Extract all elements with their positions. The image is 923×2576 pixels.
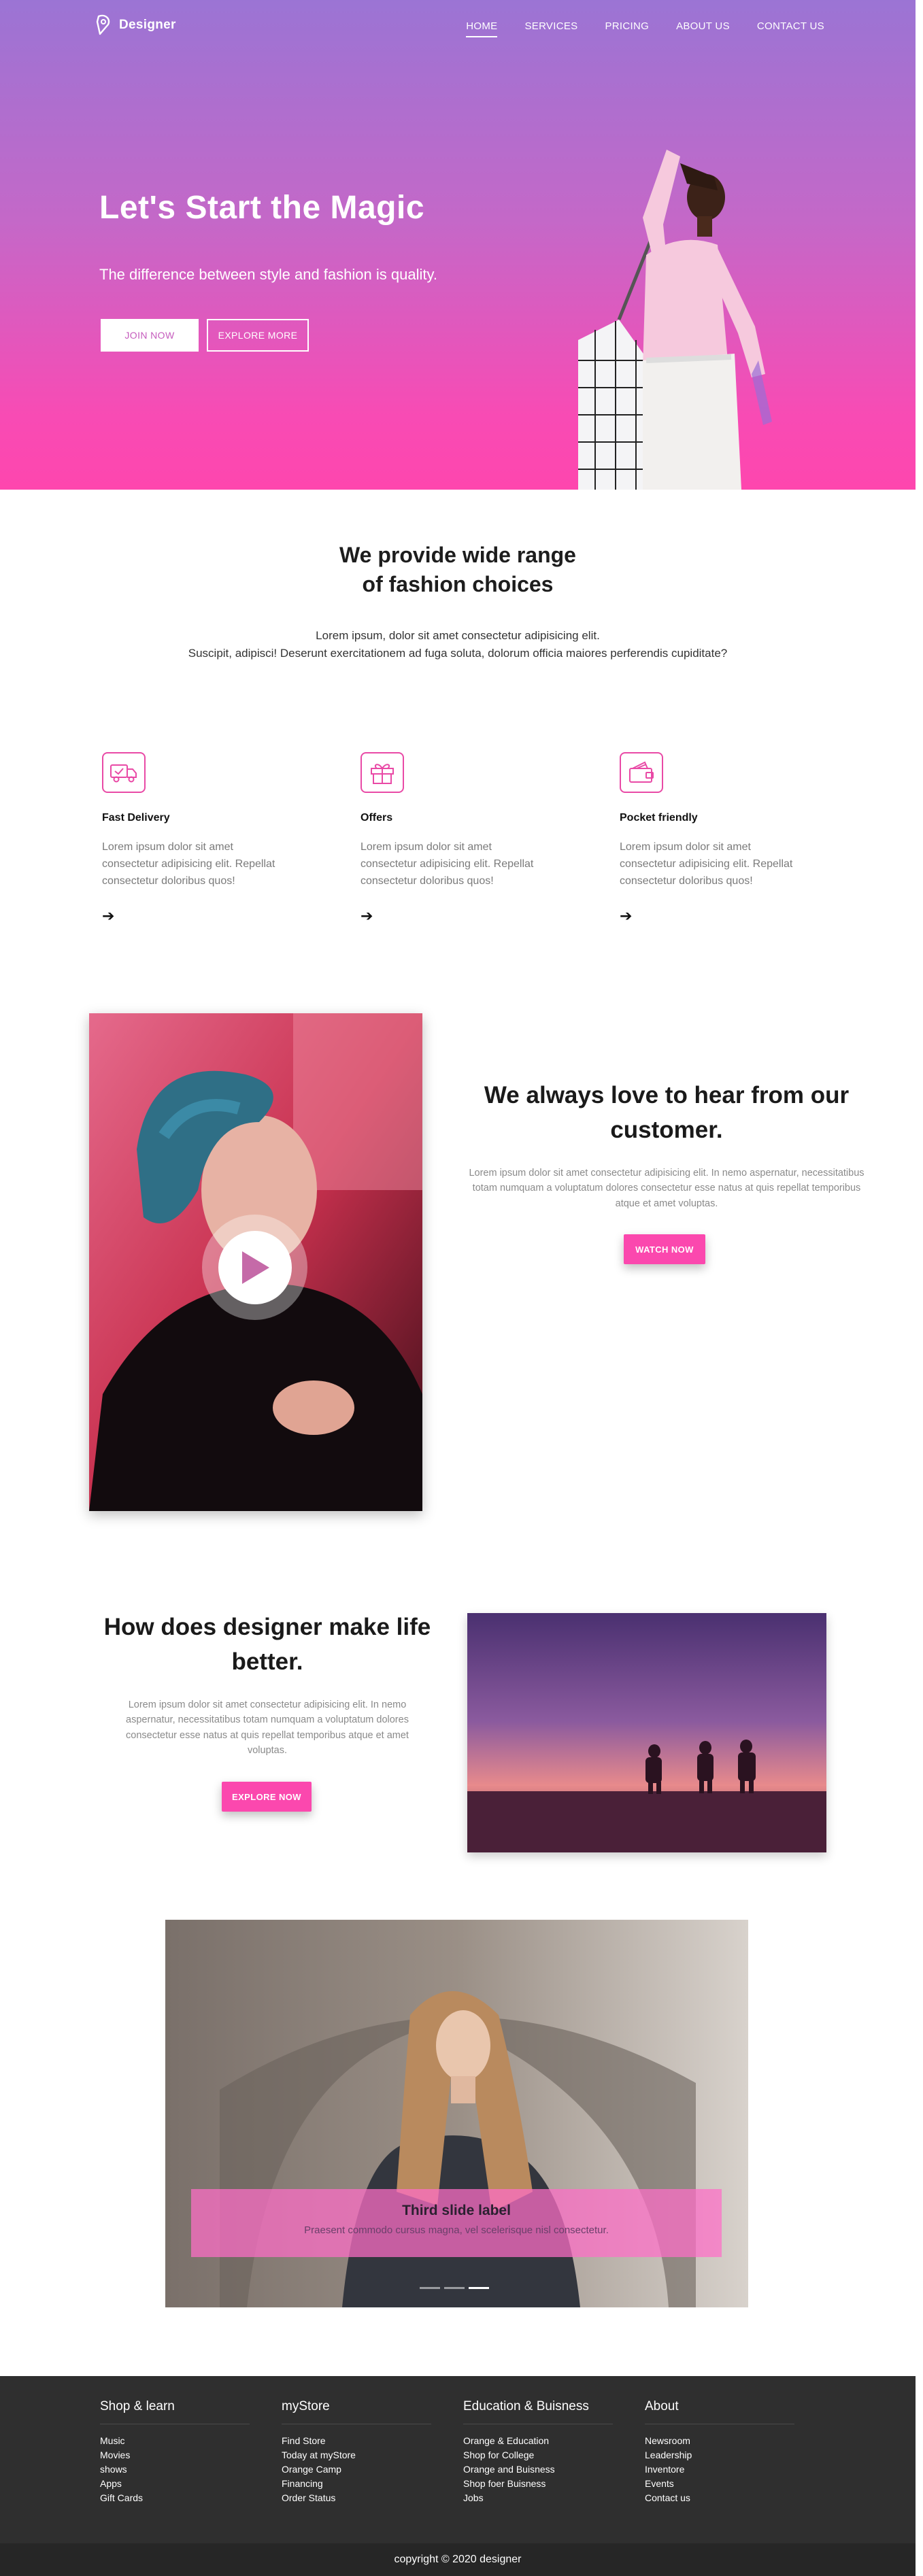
- footer-link[interactable]: Today at myStore: [282, 2448, 445, 2462]
- join-now-button[interactable]: JOIN NOW: [101, 319, 199, 352]
- range-title-line2: of fashion choices: [362, 572, 554, 597]
- range-lead-line2: Suscipit, adipisci! Deserunt exercitatio…: [188, 647, 728, 660]
- footer-link[interactable]: Order Status: [282, 2491, 445, 2505]
- footer-link[interactable]: Newsroom: [645, 2434, 808, 2448]
- explore-more-button[interactable]: EXPLORE MORE: [207, 319, 309, 352]
- arrow-right-icon[interactable]: ➔: [102, 907, 279, 925]
- logo-icon: [96, 14, 110, 35]
- footer-link[interactable]: Shop foer Buisness: [463, 2477, 626, 2491]
- footer-link[interactable]: Orange Camp: [282, 2462, 445, 2477]
- hero-model-image: [578, 150, 772, 490]
- footer-column-title: myStore: [282, 2399, 431, 2424]
- footer-column-shop: Shop & learn Music Movies shows Apps Gif…: [100, 2399, 263, 2505]
- range-lead: Lorem ipsum, dolor sit amet consectetur …: [0, 627, 916, 663]
- footer-link[interactable]: Music: [100, 2434, 263, 2448]
- footer-link[interactable]: Financing: [282, 2477, 445, 2491]
- feature-text: Lorem ipsum dolor sit amet consectetur a…: [360, 841, 534, 887]
- footer-link[interactable]: Events: [645, 2477, 808, 2491]
- footer-link[interactable]: Movies: [100, 2448, 263, 2462]
- caption-text: Praesent commodo cursus magna, vel scele…: [304, 2224, 609, 2236]
- brand-logo[interactable]: Designer: [93, 14, 176, 37]
- gift-icon: [360, 752, 404, 793]
- nav-services[interactable]: SERVICES: [524, 20, 577, 37]
- site-footer: Shop & learn Music Movies shows Apps Gif…: [0, 2376, 916, 2543]
- brand-name: Designer: [119, 18, 176, 32]
- play-icon: [241, 1251, 269, 1284]
- footer-link[interactable]: Shop for College: [463, 2448, 626, 2462]
- nav-home[interactable]: HOME: [466, 20, 498, 37]
- carousel-indicator-active[interactable]: [469, 2287, 489, 2289]
- nav-pricing[interactable]: PRICING: [605, 20, 649, 37]
- carousel-indicators: [420, 2287, 489, 2289]
- range-title-line1: We provide wide range: [339, 543, 576, 567]
- designer-text: Lorem ipsum dolor sit amet consectetur a…: [126, 1699, 409, 1757]
- feature-title: Pocket friendly: [620, 812, 698, 824]
- copyright-bar: copyright © 2020 designer: [0, 2543, 916, 2576]
- footer-link[interactable]: shows: [100, 2462, 263, 2477]
- caption-title: Third slide label: [402, 2203, 511, 2218]
- footer-link[interactable]: Inventore: [645, 2462, 808, 2477]
- range-lead-line1: Lorem ipsum, dolor sit amet consectetur …: [316, 629, 600, 642]
- feature-card-pocket: Pocket friendly Lorem ipsum dolor sit am…: [620, 752, 796, 925]
- carousel-indicator[interactable]: [444, 2287, 465, 2289]
- footer-link[interactable]: Gift Cards: [100, 2491, 263, 2505]
- video-title: We always love to hear from our customer…: [484, 1082, 850, 1143]
- carousel-indicator[interactable]: [420, 2287, 440, 2289]
- feature-text: Lorem ipsum dolor sit amet consectetur a…: [102, 841, 275, 887]
- footer-column-title: Shop & learn: [100, 2399, 250, 2424]
- footer-link[interactable]: Apps: [100, 2477, 263, 2491]
- footer-column-education: Education & Buisness Orange & Education …: [463, 2399, 626, 2505]
- feature-title: Fast Delivery: [102, 812, 170, 824]
- delivery-truck-icon: [102, 752, 146, 793]
- footer-column-mystore: myStore Find Store Today at myStore Oran…: [282, 2399, 445, 2505]
- wallet-icon: [620, 752, 663, 793]
- sunset-hikers-image: [467, 1613, 826, 1852]
- footer-link[interactable]: Find Store: [282, 2434, 445, 2448]
- nav-contact-us[interactable]: CONTACT US: [757, 20, 824, 37]
- footer-link[interactable]: Orange and Buisness: [463, 2462, 626, 2477]
- watch-now-button[interactable]: WATCH NOW: [624, 1234, 705, 1264]
- footer-link[interactable]: Contact us: [645, 2491, 808, 2505]
- customer-video-thumbnail: [89, 1013, 422, 1511]
- footer-link[interactable]: Orange & Education: [463, 2434, 626, 2448]
- carousel-caption: Third slide label Praesent commodo cursu…: [191, 2189, 722, 2257]
- arrow-right-icon[interactable]: ➔: [620, 907, 796, 925]
- footer-column-title: Education & Buisness: [463, 2399, 613, 2424]
- feature-title: Offers: [360, 812, 393, 824]
- play-video-button[interactable]: [202, 1215, 307, 1320]
- feature-card-delivery: Fast Delivery Lorem ipsum dolor sit amet…: [102, 752, 279, 925]
- range-title: We provide wide range of fashion choices: [0, 541, 916, 599]
- hero-title: Let's Start the Magic: [99, 190, 425, 226]
- designer-title: How does designer make life better.: [103, 1614, 431, 1675]
- feature-card-offers: Offers Lorem ipsum dolor sit amet consec…: [360, 752, 537, 925]
- footer-column-about: About Newsroom Leadership Inventore Even…: [645, 2399, 808, 2505]
- image-carousel[interactable]: Third slide label Praesent commodo cursu…: [165, 1920, 748, 2307]
- main-nav: HOME SERVICES PRICING ABOUT US CONTACT U…: [466, 20, 824, 37]
- hero-subtitle: The difference between style and fashion…: [99, 266, 437, 283]
- feature-text: Lorem ipsum dolor sit amet consectetur a…: [620, 841, 793, 887]
- explore-now-button[interactable]: EXPLORE NOW: [222, 1782, 312, 1812]
- footer-link[interactable]: Jobs: [463, 2491, 626, 2505]
- nav-about-us[interactable]: ABOUT US: [676, 20, 730, 37]
- arrow-right-icon[interactable]: ➔: [360, 907, 537, 925]
- hero-section: Designer HOME SERVICES PRICING ABOUT US …: [0, 0, 916, 490]
- footer-link[interactable]: Leadership: [645, 2448, 808, 2462]
- video-text: Lorem ipsum dolor sit amet consectetur a…: [469, 1168, 865, 1209]
- footer-column-title: About: [645, 2399, 794, 2424]
